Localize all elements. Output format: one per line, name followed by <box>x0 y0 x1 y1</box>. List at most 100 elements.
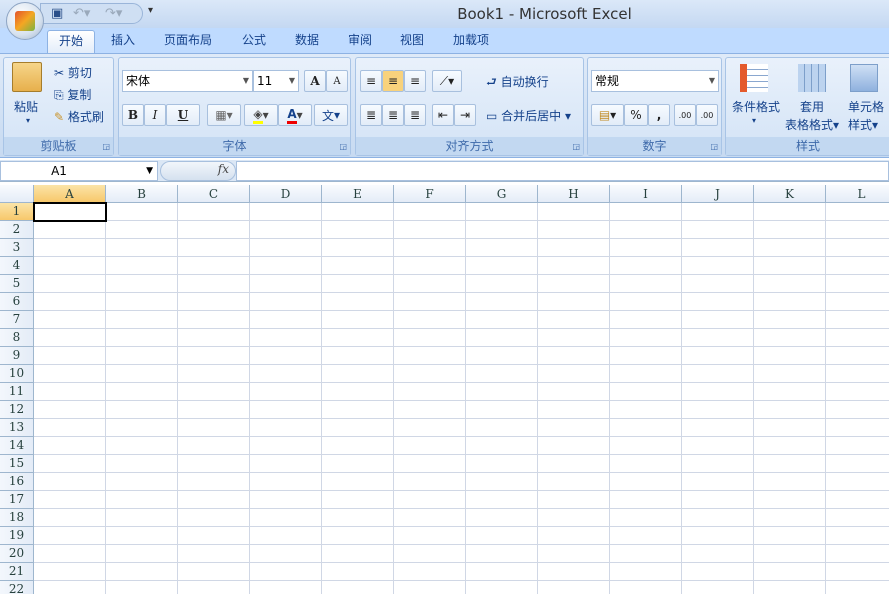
cell-B12[interactable] <box>106 401 178 419</box>
cell-J4[interactable] <box>682 257 754 275</box>
decrease-decimal-button[interactable]: .00 <box>696 104 718 126</box>
cell-L7[interactable] <box>826 311 889 329</box>
cell-E17[interactable] <box>322 491 394 509</box>
cell-L21[interactable] <box>826 563 889 581</box>
cell-L12[interactable] <box>826 401 889 419</box>
cell-F9[interactable] <box>394 347 466 365</box>
merge-center-button[interactable]: ▭ 合并后居中 ▾ <box>486 107 571 124</box>
cell-E7[interactable] <box>322 311 394 329</box>
bold-button[interactable]: B <box>122 104 144 126</box>
cell-I2[interactable] <box>610 221 682 239</box>
align-top-button[interactable]: ≡ <box>360 70 382 92</box>
cell-I6[interactable] <box>610 293 682 311</box>
cell-K4[interactable] <box>754 257 826 275</box>
wrap-text-button[interactable]: ⮐ 自动换行 <box>486 73 549 94</box>
dialog-launcher-icon[interactable]: ◲ <box>339 142 347 151</box>
font-name-select[interactable]: 宋体 ▼ <box>122 70 253 92</box>
cell-C5[interactable] <box>178 275 250 293</box>
increase-decimal-button[interactable]: .00 <box>674 104 696 126</box>
row-header-14[interactable]: 14 <box>0 437 34 455</box>
tab-home[interactable]: 开始 <box>47 30 95 53</box>
cell-J16[interactable] <box>682 473 754 491</box>
cell-H22[interactable] <box>538 581 610 594</box>
cell-F12[interactable] <box>394 401 466 419</box>
cell-I21[interactable] <box>610 563 682 581</box>
cell-E21[interactable] <box>322 563 394 581</box>
number-format-select[interactable]: 常规 ▼ <box>591 70 719 92</box>
cell-L19[interactable] <box>826 527 889 545</box>
cell-A13[interactable] <box>34 419 106 437</box>
cell-H7[interactable] <box>538 311 610 329</box>
cell-E11[interactable] <box>322 383 394 401</box>
cell-I1[interactable] <box>610 203 682 221</box>
cell-J17[interactable] <box>682 491 754 509</box>
copy-button[interactable]: ⎘ 复制 <box>54 86 91 103</box>
cell-H5[interactable] <box>538 275 610 293</box>
cell-K19[interactable] <box>754 527 826 545</box>
cell-B21[interactable] <box>106 563 178 581</box>
cell-D15[interactable] <box>250 455 322 473</box>
orientation-button[interactable]: ⟋▾ <box>432 70 462 92</box>
cell-F10[interactable] <box>394 365 466 383</box>
cell-D20[interactable] <box>250 545 322 563</box>
cell-G9[interactable] <box>466 347 538 365</box>
cell-A3[interactable] <box>34 239 106 257</box>
cell-A15[interactable] <box>34 455 106 473</box>
cell-G6[interactable] <box>466 293 538 311</box>
cell-L3[interactable] <box>826 239 889 257</box>
cell-G17[interactable] <box>466 491 538 509</box>
cell-C1[interactable] <box>178 203 250 221</box>
cell-F6[interactable] <box>394 293 466 311</box>
cell-H18[interactable] <box>538 509 610 527</box>
cell-H21[interactable] <box>538 563 610 581</box>
cell-F7[interactable] <box>394 311 466 329</box>
format-table-button-line1[interactable]: 套用 <box>800 98 824 115</box>
row-header-16[interactable]: 16 <box>0 473 34 491</box>
italic-button[interactable]: I <box>144 104 166 126</box>
cell-B2[interactable] <box>106 221 178 239</box>
cell-K18[interactable] <box>754 509 826 527</box>
cell-L18[interactable] <box>826 509 889 527</box>
cell-D4[interactable] <box>250 257 322 275</box>
cell-D13[interactable] <box>250 419 322 437</box>
cell-I12[interactable] <box>610 401 682 419</box>
cell-K20[interactable] <box>754 545 826 563</box>
cell-L16[interactable] <box>826 473 889 491</box>
cell-C6[interactable] <box>178 293 250 311</box>
dialog-launcher-icon[interactable]: ◲ <box>710 142 718 151</box>
paste-icon[interactable] <box>12 62 42 92</box>
tab-data[interactable]: 数据 <box>289 30 325 53</box>
cell-L4[interactable] <box>826 257 889 275</box>
cell-C12[interactable] <box>178 401 250 419</box>
cell-E5[interactable] <box>322 275 394 293</box>
cell-H4[interactable] <box>538 257 610 275</box>
cell-D14[interactable] <box>250 437 322 455</box>
cell-J5[interactable] <box>682 275 754 293</box>
cell-E2[interactable] <box>322 221 394 239</box>
cell-J14[interactable] <box>682 437 754 455</box>
cell-G1[interactable] <box>466 203 538 221</box>
cell-C16[interactable] <box>178 473 250 491</box>
cell-B1[interactable] <box>106 203 178 221</box>
cell-G7[interactable] <box>466 311 538 329</box>
percent-button[interactable]: % <box>624 104 648 126</box>
cell-K1[interactable] <box>754 203 826 221</box>
cell-K16[interactable] <box>754 473 826 491</box>
cell-A17[interactable] <box>34 491 106 509</box>
row-header-3[interactable]: 3 <box>0 239 34 257</box>
cell-I17[interactable] <box>610 491 682 509</box>
cell-A5[interactable] <box>34 275 106 293</box>
cell-G19[interactable] <box>466 527 538 545</box>
cell-E9[interactable] <box>322 347 394 365</box>
cell-K3[interactable] <box>754 239 826 257</box>
cell-A19[interactable] <box>34 527 106 545</box>
cell-G22[interactable] <box>466 581 538 594</box>
cell-H17[interactable] <box>538 491 610 509</box>
cell-I4[interactable] <box>610 257 682 275</box>
column-header-L[interactable]: L <box>826 185 889 203</box>
cell-J3[interactable] <box>682 239 754 257</box>
cell-B16[interactable] <box>106 473 178 491</box>
tab-page-layout[interactable]: 页面布局 <box>158 30 218 53</box>
cell-C20[interactable] <box>178 545 250 563</box>
conditional-format-button[interactable]: 条件格式 <box>732 98 780 115</box>
